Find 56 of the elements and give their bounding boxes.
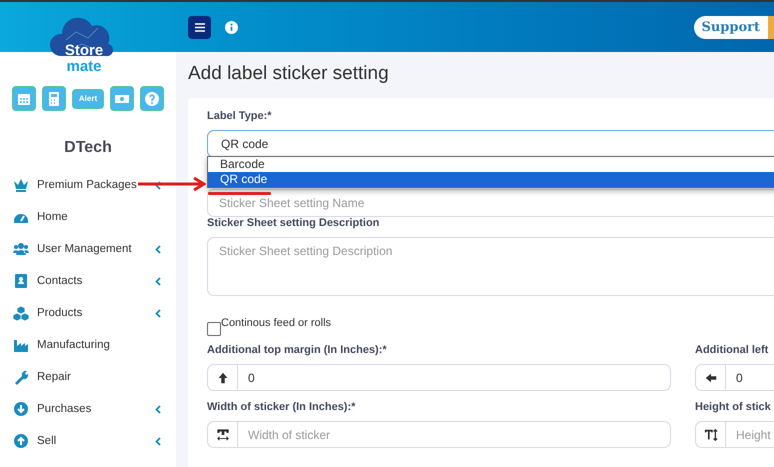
checkbox-label: Continous feed or rolls [221,317,332,329]
quick-button[interactable] [12,86,36,111]
field-label: Label Type:* [207,110,273,124]
field-label: Height of stick [695,401,772,415]
users-icon [13,241,29,257]
quick-button[interactable] [140,86,164,111]
chevron-left-icon [155,308,161,318]
sidebar-item[interactable]: Repair [0,361,176,393]
arrow-down-circle-icon [13,401,29,417]
info-icon[interactable] [225,20,238,34]
wrench-icon [13,369,29,385]
field-label: Additional left [695,344,770,358]
menu-button[interactable] [188,16,211,38]
logo-text: Store [64,43,104,59]
sidebar-item[interactable]: Home [0,201,176,233]
support-tail[interactable] [768,16,774,38]
sidebar-item[interactable]: Purchases [0,393,176,425]
chevron-left-icon [155,276,161,286]
chevron-left-icon [155,244,161,254]
chevron-left-icon [155,436,161,446]
logo-text: mate [65,60,103,74]
description-field[interactable]: Sticker Sheet setting Description [207,237,774,296]
contact-card-icon [13,273,29,289]
name-field[interactable]: Sticker Sheet setting Name [207,189,774,217]
arrow-up-circle-icon [13,433,29,449]
input-field[interactable]: Width of sticker [238,421,671,448]
calculator-icon [46,90,62,106]
checkbox[interactable] [207,322,221,336]
sidebar-item[interactable]: Contacts [0,265,176,297]
sidebar-item[interactable]: Sell [0,425,176,457]
text-height-icon [704,428,718,442]
input-field[interactable]: Height [726,421,774,448]
quick-button[interactable] [110,86,134,111]
chevron-left-icon [155,180,161,190]
input-field[interactable]: 0 [726,364,774,391]
cubes-icon [13,305,29,321]
support-button[interactable]: Support [694,16,768,38]
crown-icon [13,177,29,193]
field-label: Additional top margin (In Inches):* [207,344,388,358]
input-field[interactable]: 0 [238,364,671,391]
sidebar-item[interactable]: User Management [0,233,176,265]
help-icon [144,90,160,106]
sidebar-item[interactable]: Manufacturing [0,329,176,361]
quick-button[interactable] [42,86,66,111]
company-name: DTech [63,139,113,157]
dropdown-option[interactable]: Barcode [208,157,774,172]
menu-icon [194,22,204,32]
chevron-left-icon [155,404,161,414]
sidebar-item[interactable]: Premium Packages [0,169,176,201]
sidebar-item[interactable]: Products [0,297,176,329]
factory-icon [13,337,29,353]
text-width-icon [216,428,230,442]
page-title: Add label sticker setting [188,65,390,86]
field-label: Sticker Sheet setting Description [207,217,380,231]
dropdown-option[interactable]: QR code [208,172,774,187]
field-label: Width of sticker (In Inches):* [207,401,356,415]
